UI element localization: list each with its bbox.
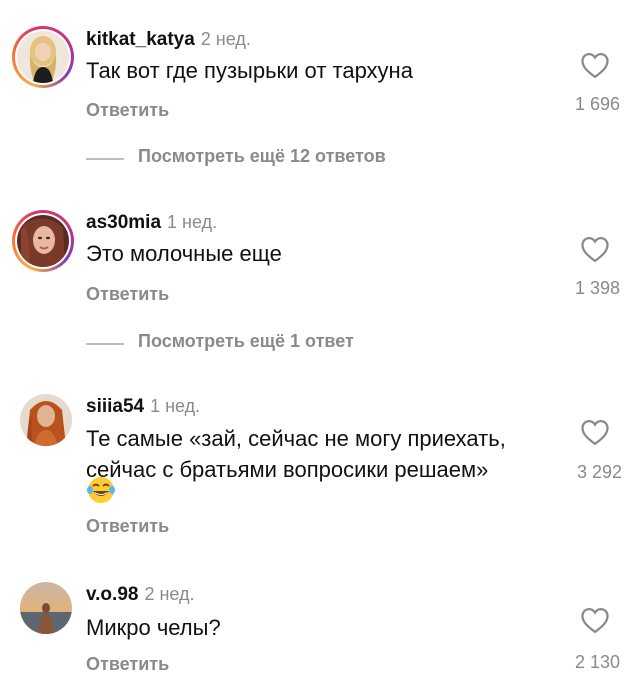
comment-text: Микро челы? [86,612,221,643]
view-more-replies[interactable]: Посмотреть ещё 1 ответ [86,331,416,355]
avatar[interactable] [15,29,71,85]
comment-text: Те самые «зай, сейчас не могу приехать, … [86,423,506,485]
comment-item: siiia54 1 нед. Те самые «зай, сейчас не м… [0,385,640,550]
username-label[interactable]: siiia54 [86,396,144,417]
comment-text-line: сейчас с братьями вопросики решаем» [86,457,489,482]
comment-username[interactable]: as30mia 1 нед. [86,212,217,234]
comment-username[interactable]: v.o.98 2 нед. [86,584,195,606]
username-label[interactable]: v.o.98 [86,584,138,605]
like-count: 1 696 [574,94,620,114]
story-ring[interactable] [12,26,74,88]
view-more-replies-label[interactable]: Посмотреть ещё 1 ответ [138,331,354,352]
like-count: 1 398 [574,278,620,298]
comment-item: v.o.98 2 нед. Микро челы? Ответить 2 130 [0,570,640,693]
reply-button[interactable]: Ответить [86,654,169,675]
comment-item: as30mia 1 нед. Это молочные еще Ответить … [0,190,640,360]
comment-time: 2 нед. [200,29,251,49]
heart-outline-icon[interactable] [580,418,610,446]
reply-button[interactable]: Ответить [86,100,169,121]
view-more-replies[interactable]: Посмотреть ещё 12 ответов [86,146,446,170]
comment-username[interactable]: siiia54 1 нед. [86,396,200,418]
heart-outline-icon[interactable] [580,235,610,263]
like-count: 3 292 [576,462,622,482]
joy-emoji-icon [87,477,115,503]
divider-line [86,158,124,160]
comment-text-line: Микро челы? [86,615,221,640]
story-ring[interactable] [12,210,74,272]
comment-text-line: Те самые «зай, сейчас не могу приехать, [86,426,506,451]
comment-item: kitkat_katya 2 нед. Так вот где пузырьки … [0,0,640,175]
like-count: 2 130 [574,652,620,672]
comment-text-line: Так вот где пузырьки от тархуна [86,58,413,83]
reply-button[interactable]: Ответить [86,284,169,305]
avatar[interactable] [20,394,72,446]
username-label[interactable]: as30mia [86,212,161,233]
comment-time: 2 нед. [144,584,195,604]
comment-text: Это молочные еще [86,238,282,269]
comment-text-line: Это молочные еще [86,241,282,266]
reply-button[interactable]: Ответить [86,516,169,537]
comment-time: 1 нед. [150,396,201,416]
comment-text: Так вот где пузырьки от тархуна [86,55,413,86]
heart-outline-icon[interactable] [580,606,610,634]
heart-outline-icon[interactable] [580,51,610,79]
divider-line [86,343,124,345]
avatar[interactable] [20,582,72,634]
comment-time: 1 нед. [167,212,218,232]
view-more-replies-label[interactable]: Посмотреть ещё 12 ответов [138,146,386,167]
comment-username[interactable]: kitkat_katya 2 нед. [86,29,251,51]
username-label[interactable]: kitkat_katya [86,29,195,50]
avatar[interactable] [15,213,71,269]
